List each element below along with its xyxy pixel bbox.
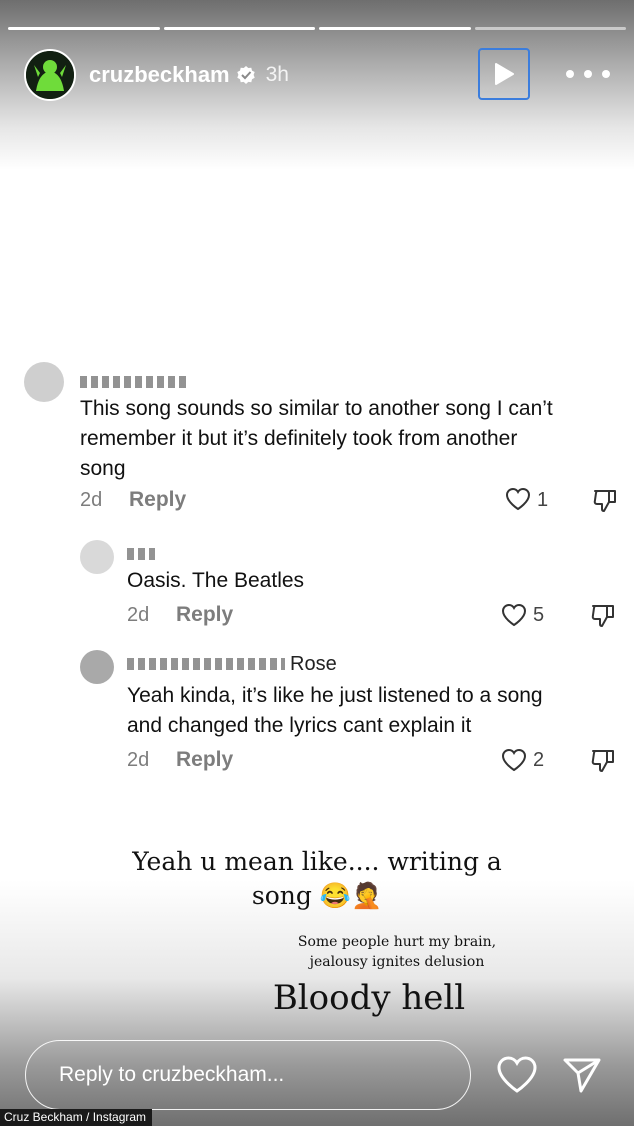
comment-age: 2d <box>127 749 150 771</box>
reply-button[interactable]: Reply <box>176 748 233 772</box>
like-count: 5 <box>533 604 545 626</box>
commenter-name-fragment: Rose <box>290 653 337 675</box>
caption-line: Some people hurt my brain, <box>297 934 497 950</box>
story-subcaption: Some people hurt my brain, jealousy igni… <box>80 932 634 972</box>
comment-line: This song sounds so similar to another s… <box>80 397 553 420</box>
comment-age: 2d <box>80 489 103 511</box>
story-progress-bar <box>8 27 626 30</box>
reply-button[interactable]: Reply <box>176 603 233 627</box>
reply-input[interactable]: Reply to cruzbeckham... <box>25 1040 471 1110</box>
play-icon <box>495 63 514 85</box>
dislike-icon[interactable] <box>592 487 618 513</box>
dislike-icon[interactable] <box>590 747 616 773</box>
comment-line: remember it but it’s definitely took fro… <box>80 427 518 450</box>
dot <box>602 70 610 78</box>
commenter-avatar <box>24 362 64 402</box>
comment-line: song <box>80 457 126 480</box>
comment-line: and changed the lyrics cant explain it <box>127 714 472 737</box>
caption-line: jealousy ignites delusion <box>309 954 485 970</box>
redacted-username <box>127 658 285 670</box>
verified-badge-icon <box>236 66 255 84</box>
redacted-username <box>127 548 155 560</box>
dislike-icon[interactable] <box>590 602 616 628</box>
commenter-avatar <box>80 650 114 684</box>
commenter-avatar <box>80 540 114 574</box>
story-header: cruzbeckham 3h <box>24 48 614 102</box>
reply-placeholder: Reply to cruzbeckham... <box>59 1063 285 1086</box>
avatar[interactable] <box>24 49 76 101</box>
caption-line: Yeah u mean like.... writing a <box>132 847 502 876</box>
comment-text: Oasis. The Beatles <box>127 569 305 592</box>
caption-line: song 😂🤦 <box>251 881 383 910</box>
photo-credit: Cruz Beckham / Instagram <box>0 1109 153 1126</box>
send-icon[interactable] <box>561 1055 603 1095</box>
reply-button[interactable]: Reply <box>129 488 186 512</box>
story-big-text: Bloody hell <box>272 978 466 1018</box>
comment-age: 2d <box>127 604 150 626</box>
like-count: 1 <box>537 489 549 511</box>
heart-icon[interactable] <box>501 748 527 772</box>
progress-segment <box>474 27 626 30</box>
comment-text: Yeah kinda, it’s like he just listened t… <box>127 681 543 741</box>
progress-segment <box>319 27 471 30</box>
comment-line: Yeah kinda, it’s like he just listened t… <box>127 684 543 707</box>
like-story-icon[interactable] <box>496 1055 538 1095</box>
heart-icon[interactable] <box>501 603 527 627</box>
redacted-username <box>80 376 190 388</box>
dot <box>584 70 592 78</box>
heart-icon[interactable] <box>505 487 531 511</box>
story-caption: Yeah u mean like.... writing a song 😂🤦 <box>0 845 634 913</box>
play-button[interactable] <box>478 48 530 100</box>
time-ago: 3h <box>265 63 289 86</box>
progress-segment <box>163 27 315 30</box>
like-count: 2 <box>533 749 545 771</box>
avatar-image <box>26 51 74 99</box>
progress-segment <box>8 27 160 30</box>
more-options-button[interactable] <box>566 60 610 88</box>
username[interactable]: cruzbeckham <box>89 62 230 88</box>
comments-screenshot: This song sounds so similar to another s… <box>0 352 634 772</box>
dot <box>566 70 574 78</box>
comment-text: This song sounds so similar to another s… <box>80 394 553 484</box>
